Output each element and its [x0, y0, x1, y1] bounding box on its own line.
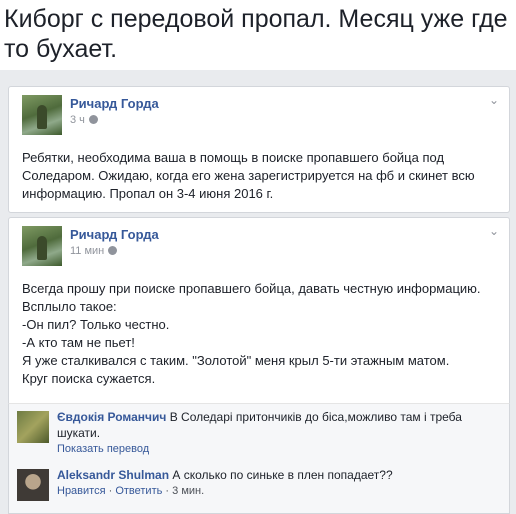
avatar[interactable] [22, 226, 62, 266]
post-card-2: Ричард Горда 11 мин ⌄ Всегда прошу при п… [8, 217, 510, 404]
separator: · [105, 485, 116, 497]
reply-link[interactable]: Ответить [115, 485, 162, 497]
commenter-avatar[interactable] [17, 469, 49, 501]
post-card-1: Ричард Горда 3 ч ⌄ Ребятки, необходима в… [8, 86, 510, 213]
commenter-name[interactable]: Євдокія Романчич [57, 410, 166, 424]
post-author[interactable]: Ричард Горда [70, 96, 159, 111]
post-time-text[interactable]: 3 ч [70, 114, 85, 126]
like-link[interactable]: Нравится [57, 485, 106, 497]
chevron-down-icon[interactable]: ⌄ [489, 224, 499, 238]
avatar[interactable] [22, 95, 62, 135]
post-line: Круг поиска сужается. [22, 371, 156, 386]
headline-text: Киборг с передовой пропал. Месяц уже где… [4, 5, 508, 63]
separator: · [162, 485, 173, 497]
show-translation-link[interactable]: Показать перевод [57, 443, 149, 455]
globe-icon [108, 246, 118, 255]
post-line: Всегда прошу при поиске пропавшего бойца… [22, 281, 481, 314]
chevron-down-icon[interactable]: ⌄ [489, 93, 499, 107]
post-time-text[interactable]: 11 мин [70, 245, 104, 257]
comments-section: Євдокія Романчич В Соледарі притончиків … [8, 403, 510, 514]
post-line: Я уже сталкивался с таким. "Золотой" мен… [22, 353, 450, 368]
comment-text: А сколько по синьке в плен попадает?? [172, 468, 393, 482]
commenter-name[interactable]: Aleksandr Shulman [57, 468, 169, 482]
post-time[interactable]: 11 мин [70, 245, 118, 257]
comment-time[interactable]: 3 мин. [172, 485, 204, 497]
globe-icon [88, 115, 98, 124]
post-line: -А кто там не пьет! [22, 335, 135, 350]
post-text: Всегда прошу при поиске пропавшего бойца… [22, 280, 497, 388]
headline-area: Киборг с передовой пропал. Месяц уже где… [0, 0, 516, 70]
post-time[interactable]: 3 ч [70, 114, 98, 126]
post-line: -Он пил? Только честно. [22, 317, 170, 332]
post-author[interactable]: Ричард Горда [70, 227, 159, 242]
post-text: Ребятки, необходима ваша в помощь в поис… [22, 150, 475, 201]
commenter-avatar[interactable] [17, 411, 49, 443]
